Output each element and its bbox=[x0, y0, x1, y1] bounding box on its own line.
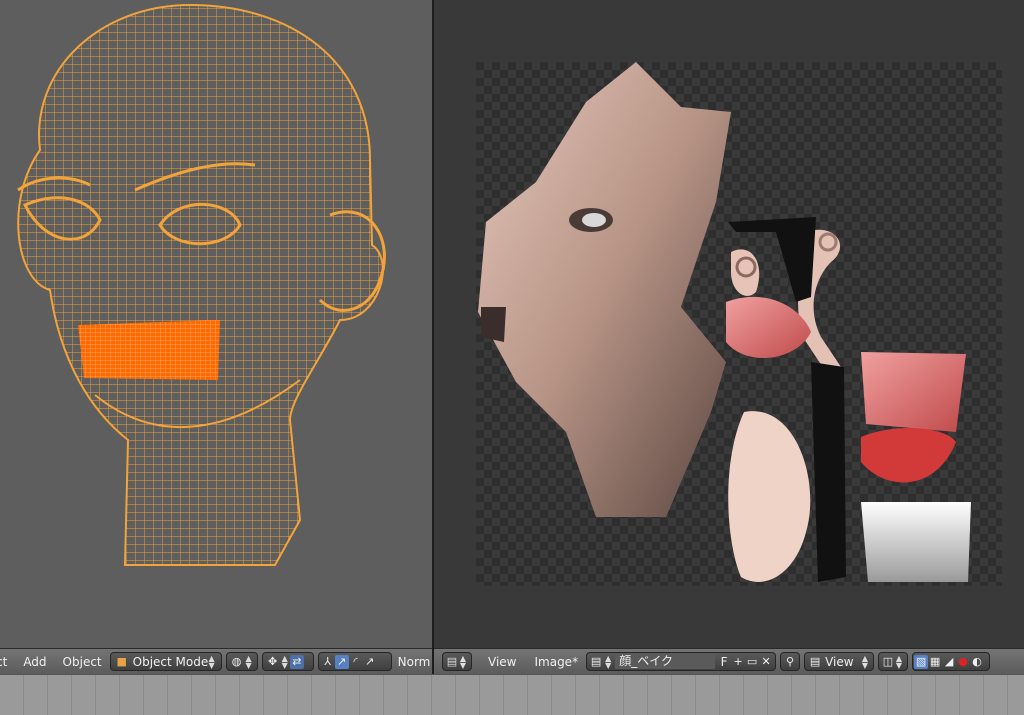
image-editor-header: ▤ ▲ ▼ View Image* ▤ ▲ ▼ 顔_ベイク F + ▭ ✕ ⚲ ▤ … bbox=[434, 648, 1024, 674]
chevron-updown-icon: ▲ ▼ bbox=[861, 653, 869, 670]
record-icon[interactable]: ● bbox=[956, 655, 970, 669]
timeline-strip[interactable] bbox=[0, 674, 1024, 715]
menu-view[interactable]: View bbox=[480, 655, 524, 669]
chevron-updown-icon: ▲ ▼ bbox=[605, 653, 612, 670]
uv-image-editor[interactable] bbox=[434, 0, 1024, 648]
cube-icon: ■ bbox=[116, 654, 127, 668]
chevron-updown-icon: ▲ ▼ bbox=[281, 653, 288, 670]
more-icon[interactable]: ◐ bbox=[970, 655, 984, 669]
globe-icon: ◍ bbox=[231, 654, 242, 668]
translate-axis-icon[interactable]: ⅄ bbox=[321, 655, 335, 669]
new-image-icon[interactable]: + bbox=[731, 655, 745, 669]
menu-object[interactable]: Object bbox=[55, 655, 110, 669]
image-editor-icon: ▤ bbox=[446, 654, 458, 668]
orientation-label[interactable]: Norm bbox=[396, 655, 439, 669]
menu-image[interactable]: Image* bbox=[526, 655, 586, 669]
chevron-updown-icon: ▲ ▼ bbox=[208, 653, 215, 670]
fake-user-toggle[interactable]: F bbox=[717, 655, 731, 669]
pivot-icon: ◫ bbox=[882, 654, 894, 668]
rotate-icon[interactable]: ◜ bbox=[349, 655, 363, 669]
display-channels-group: ▧ ▦ ◢ ● ◐ bbox=[912, 652, 991, 671]
menu-object-truncated[interactable]: ct bbox=[0, 655, 15, 669]
unlink-icon[interactable]: ✕ bbox=[759, 655, 773, 669]
editor-type-dropdown[interactable]: ▤ ▲ ▼ bbox=[442, 652, 472, 671]
manipulator-mode-group: ⅄ ↗ ◜ ↗ bbox=[317, 652, 392, 671]
translate-arrow-icon[interactable]: ↗ bbox=[334, 654, 349, 669]
chevron-updown-icon: ▲ ▼ bbox=[245, 653, 252, 670]
scale-icon[interactable]: ↗ bbox=[363, 655, 377, 669]
pivot-point-icon[interactable]: ✥ bbox=[266, 655, 280, 669]
baked-face-texture bbox=[478, 62, 971, 582]
alpha-checker-icon[interactable]: ▦ bbox=[928, 655, 942, 669]
3d-view-header: ct Add Object ■ Object Mode ▲▼ ◍ ▲▼ ✥ ▲▼… bbox=[0, 648, 432, 674]
viewport-shading-dropdown[interactable]: ◍ ▲ ▼ bbox=[225, 652, 258, 671]
3d-viewport[interactable] bbox=[0, 0, 432, 648]
image-datablock[interactable]: ▤ ▲ ▼ 顔_ベイク F + ▭ ✕ bbox=[586, 652, 777, 671]
baked-texture-canvas bbox=[476, 62, 1002, 586]
mode-label: Object Mode bbox=[132, 654, 209, 669]
transform-manipulator-icon[interactable]: ⇄ bbox=[289, 654, 304, 669]
view-mode-label: View bbox=[825, 654, 854, 669]
mode-dropdown[interactable]: ■ Object Mode ▲ ▼ bbox=[109, 652, 222, 671]
alpha-only-icon[interactable]: ◢ bbox=[942, 655, 956, 669]
open-folder-icon[interactable]: ▭ bbox=[745, 655, 759, 669]
pivot-and-transform-group: ✥ ▲ ▼ ⇄ bbox=[261, 652, 314, 671]
pivot-dropdown[interactable]: ◫ ▲ ▼ bbox=[878, 652, 909, 671]
image-view-icon: ▤ bbox=[809, 654, 821, 668]
image-browse-icon[interactable]: ▤ bbox=[589, 655, 603, 669]
head-wireframe bbox=[17, 3, 386, 566]
pin-icon: ⚲ bbox=[786, 654, 795, 668]
selected-lips-mesh bbox=[78, 320, 220, 380]
chevron-updown-icon: ▲ ▼ bbox=[895, 653, 903, 670]
chevron-updown-icon: ▲ ▼ bbox=[459, 653, 466, 670]
view-mode-dropdown[interactable]: ▤ View ▲ ▼ bbox=[804, 652, 875, 671]
image-name-field[interactable]: 顔_ベイク bbox=[615, 654, 716, 669]
pin-image-button[interactable]: ⚲ bbox=[780, 652, 801, 671]
menu-add[interactable]: Add bbox=[15, 655, 54, 669]
color-alpha-icon[interactable]: ▧ bbox=[914, 654, 929, 669]
